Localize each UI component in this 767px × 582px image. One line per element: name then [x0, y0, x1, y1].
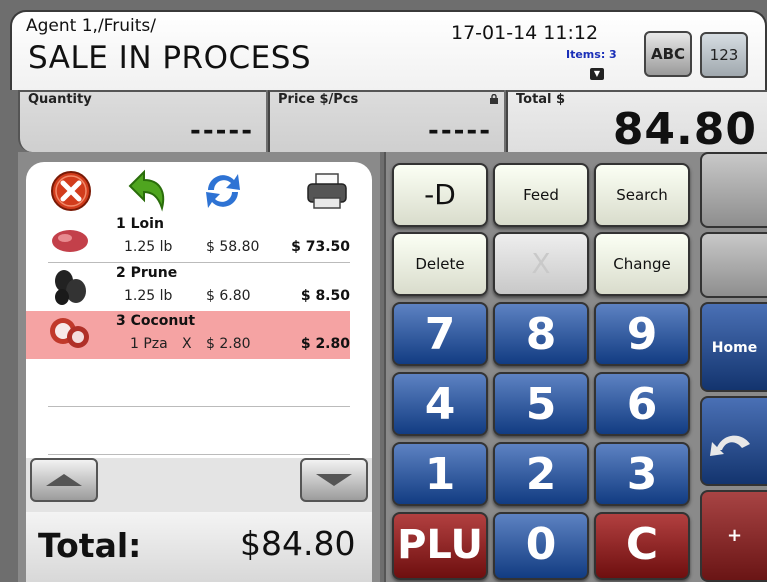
item-name: 3 Coconut [116, 313, 196, 329]
total-field-value: 84.80 [612, 104, 757, 155]
printer-icon[interactable] [304, 168, 350, 214]
key-6[interactable]: 6 [594, 372, 690, 436]
item-flag: X [182, 336, 192, 352]
footer-total-amount: $84.80 [240, 524, 356, 563]
side-button-blank-2[interactable] [700, 232, 767, 298]
row-divider [48, 406, 350, 407]
scroll-up-button[interactable] [30, 458, 98, 502]
cancel-icon[interactable] [48, 168, 94, 214]
list-item[interactable]: 1 Loin 1.25 lb $ 58.80 $ 73.50 [26, 214, 372, 264]
delete-button[interactable]: Delete [392, 232, 488, 296]
lock-icon [490, 94, 498, 104]
refresh-icon[interactable] [200, 168, 246, 214]
datetime: 17-01-14 11:12 [451, 22, 599, 44]
quantity-field: Quantity ----- [18, 90, 266, 152]
item-name: 1 Loin [116, 216, 164, 232]
total-field-label: Total $ [516, 92, 566, 107]
key-1[interactable]: 1 [392, 442, 488, 506]
key-2[interactable]: 2 [493, 442, 589, 506]
item-total: $ 8.50 [300, 288, 350, 304]
numeric-keyboard-button[interactable]: 123 [700, 32, 748, 78]
breadcrumb: Agent 1,/Fruits/ [26, 16, 156, 36]
key-5[interactable]: 5 [493, 372, 589, 436]
change-button[interactable]: Change [594, 232, 690, 296]
abc-keyboard-button[interactable]: ABC [644, 31, 692, 77]
key-0[interactable]: 0 [493, 512, 589, 580]
key-9[interactable]: 9 [594, 302, 690, 366]
key-7[interactable]: 7 [392, 302, 488, 366]
back-button[interactable] [700, 396, 767, 486]
clear-button[interactable]: C [594, 512, 690, 580]
home-button[interactable]: Home [700, 302, 767, 392]
total-field: Total $ 84.80 [506, 90, 767, 155]
search-button[interactable]: Search [594, 163, 690, 227]
item-qty: 1.25 lb [124, 239, 173, 255]
item-qty: 1 Pza [130, 336, 168, 352]
quantity-value: ----- [190, 116, 254, 146]
price-label: Price $/Pcs [278, 92, 359, 107]
feed-button[interactable]: Feed [493, 163, 589, 227]
side-button-blank-1[interactable] [700, 152, 767, 228]
meat-icon [52, 230, 88, 252]
chevron-up-icon [46, 474, 82, 486]
item-price: $ 2.80 [206, 336, 251, 352]
prune-icon [55, 270, 86, 305]
list-item[interactable]: 2 Prune 1.25 lb $ 6.80 $ 8.50 [26, 263, 372, 311]
chevron-down-icon [316, 474, 352, 486]
item-total: $ 73.50 [291, 239, 350, 255]
key-8[interactable]: 8 [493, 302, 589, 366]
scroll-down-button[interactable] [300, 458, 368, 502]
row-divider [48, 454, 350, 455]
item-qty: 1.25 lb [124, 288, 173, 304]
item-price: $ 6.80 [206, 288, 251, 304]
list-item-selected[interactable]: 3 Coconut 1 Pza X $ 2.80 $ 2.80 [26, 311, 372, 359]
price-field: Price $/Pcs ----- [268, 90, 504, 152]
key-3[interactable]: 3 [594, 442, 690, 506]
key-4[interactable]: 4 [392, 372, 488, 436]
minus-d-button[interactable]: -D [392, 163, 488, 227]
item-name: 2 Prune [116, 265, 178, 281]
item-price: $ 58.80 [206, 239, 260, 255]
footer-total-label: Total: [38, 526, 142, 565]
price-value: ----- [428, 116, 492, 146]
undo-icon[interactable] [124, 168, 170, 214]
quantity-label: Quantity [28, 92, 92, 107]
back-arrow-icon [710, 435, 750, 456]
page-title: SALE IN PROCESS [28, 40, 312, 76]
item-total: $ 2.80 [300, 336, 350, 352]
items-count: Items: 3 [566, 48, 617, 61]
plu-button[interactable]: PLU [392, 512, 488, 580]
x-button[interactable]: X [493, 232, 589, 296]
plus-button[interactable]: + [700, 490, 767, 582]
coconut-icon [50, 318, 89, 348]
dropdown-arrow-icon[interactable]: ▼ [590, 68, 604, 80]
